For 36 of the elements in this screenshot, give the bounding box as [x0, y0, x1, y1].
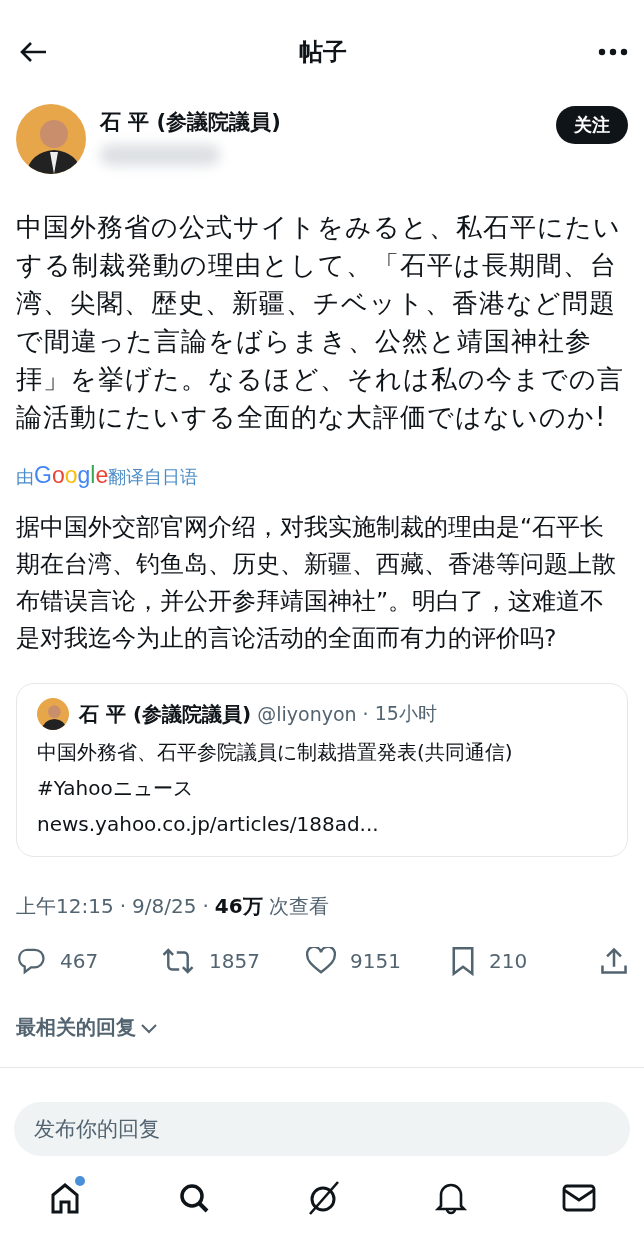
translation-label[interactable]: 由Google翻译自日语	[16, 462, 628, 489]
reply-input[interactable]: 发布你的回复	[14, 1102, 630, 1156]
more-icon[interactable]	[598, 48, 628, 56]
avatar	[37, 698, 69, 730]
page-title: 帖子	[299, 37, 347, 68]
separator-dot: ·	[202, 894, 209, 918]
quoted-text-line: #Yahooニュース	[37, 775, 194, 802]
action-count: 1857	[209, 949, 260, 973]
post-date: 9/8/25	[132, 894, 197, 918]
translated-text: 据中国外交部官网介绍，对我实施制裁的理由是“石平长期在台湾、钓鱼岛、历史、新疆、西藏、香港等问题上散布错误言论，并公开参拜靖国神社”。明白了，这难道不是对我迄今为止的言论活动的全面而有力的评价吗?	[16, 512, 617, 654]
quoted-author-name: 石 平 (参議院議員)	[79, 700, 252, 728]
heart-icon[interactable]	[306, 947, 336, 975]
bookmark-icon[interactable]	[451, 946, 475, 976]
separator-dot: ·	[119, 894, 126, 918]
chevron-down-icon	[140, 1021, 158, 1034]
share-icon[interactable]	[600, 946, 628, 976]
action-count: 210	[489, 949, 528, 973]
post-text: 中国外務省の公式サイトをみると、私石平にたいする制裁発動の理由として、「石平は長期間、台湾、尖閣、歴史、新疆、チベット、香港など問題で間違った言論をばらまき、公然と靖国神社参拝」を挙げた。なるほど、それは私の今までの言論活動にたいする全面的な大評価ではないのか!	[16, 211, 625, 434]
quoted-text-line: news.yahoo.co.jp/articles/188ad...	[37, 811, 380, 838]
action-count: 467	[60, 949, 99, 973]
view-count: 46万	[214, 893, 263, 920]
comment-icon[interactable]	[16, 946, 46, 976]
views-label: 次查看	[268, 893, 329, 920]
quoted-post[interactable]: 石 平 (参議院議員) @liyonyon · 15小时 中国外務省、石平参院議員に制裁措置発表(共同通信) #Yahooニュース news.yahoo.co.jp/articles/188ad...	[16, 683, 628, 857]
quoted-handle: @liyonyon	[257, 703, 357, 725]
follow-button[interactable]: 关注	[556, 106, 628, 144]
action-count: 9151	[350, 949, 401, 973]
quoted-text-line: 中国外務省、石平参院議員に制裁措置発表(共同通信)	[37, 739, 514, 766]
author-name[interactable]: 石 平 (参議院議員)	[100, 108, 542, 136]
separator-dot: ·	[362, 703, 369, 725]
repost-icon[interactable]	[161, 946, 195, 976]
mail-icon[interactable]	[561, 1182, 598, 1214]
back-icon[interactable]	[18, 40, 48, 64]
quoted-time: 15小时	[374, 701, 437, 726]
post-time: 上午12:15	[16, 893, 114, 920]
reply-sort-dropdown[interactable]: 最相关的回复	[16, 1014, 158, 1041]
